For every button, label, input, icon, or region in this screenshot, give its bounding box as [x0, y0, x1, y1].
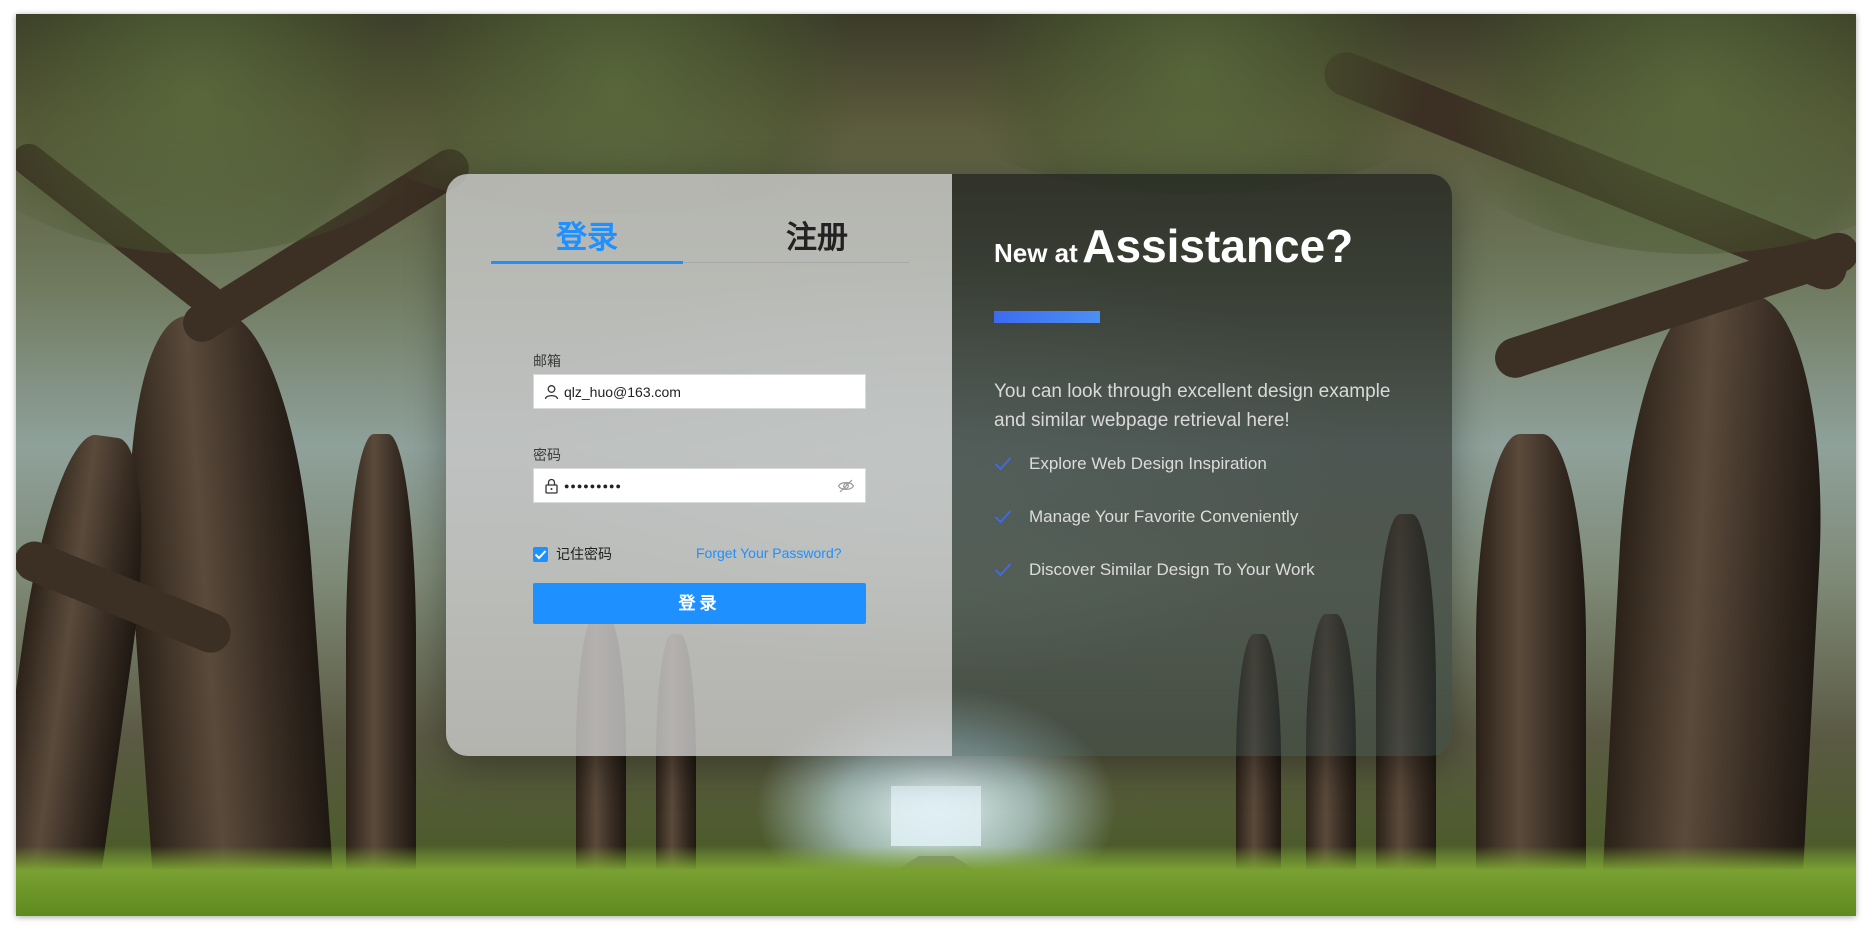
login-panel: 登录 注册 邮箱 密码 — [446, 174, 952, 756]
email-input[interactable] — [564, 375, 834, 408]
remember-password[interactable]: 记住密码 — [533, 544, 612, 564]
password-input[interactable] — [564, 469, 834, 502]
check-icon — [994, 510, 1012, 524]
lock-icon — [544, 478, 559, 494]
remember-label: 记住密码 — [556, 546, 612, 562]
auth-card: 登录 注册 邮箱 密码 — [446, 174, 1452, 756]
tree-trunk — [1598, 289, 1834, 916]
feature-label: Manage Your Favorite Conveniently — [1029, 507, 1299, 526]
tree-trunk — [346, 434, 416, 916]
tree-foliage — [916, 14, 1476, 194]
promo-panel: New at Assistance? You can look through … — [952, 174, 1452, 756]
remember-checkbox[interactable] — [533, 546, 548, 562]
tree-foliage — [1416, 14, 1856, 254]
login-button[interactable]: 登录 — [533, 583, 866, 624]
accent-bar — [994, 311, 1100, 323]
distant-house — [891, 786, 981, 846]
tab-login[interactable]: 登录 — [491, 216, 683, 262]
feature-item: Explore Web Design Inspiration — [994, 454, 1267, 474]
eye-off-icon[interactable] — [837, 478, 855, 494]
checkbox-check-icon — [534, 549, 547, 559]
check-icon — [994, 563, 1012, 577]
promo-title-main: Assistance? — [1082, 220, 1354, 272]
password-label: 密码 — [533, 447, 561, 463]
feature-item: Manage Your Favorite Conveniently — [994, 507, 1298, 527]
auth-tabs: 登录 注册 — [491, 216, 909, 264]
promo-title-prefix: New at — [994, 238, 1078, 268]
feature-label: Discover Similar Design To Your Work — [1029, 560, 1315, 579]
user-icon — [544, 384, 559, 400]
promo-description: You can look through excellent design ex… — [994, 381, 1391, 431]
grass — [16, 846, 1856, 916]
tree-trunk — [1476, 434, 1586, 916]
active-tab-indicator — [491, 261, 683, 264]
promo-title: New at Assistance? — [994, 219, 1353, 273]
tab-register[interactable]: 注册 — [721, 216, 913, 262]
forgot-password-link[interactable]: Forget Your Password? — [696, 545, 842, 561]
page-frame: 登录 注册 邮箱 密码 — [16, 14, 1856, 916]
feature-label: Explore Web Design Inspiration — [1029, 454, 1267, 473]
password-field[interactable] — [533, 468, 866, 503]
email-label: 邮箱 — [533, 353, 561, 369]
email-field[interactable] — [533, 374, 866, 409]
check-icon — [994, 457, 1012, 471]
feature-item: Discover Similar Design To Your Work — [994, 560, 1315, 580]
